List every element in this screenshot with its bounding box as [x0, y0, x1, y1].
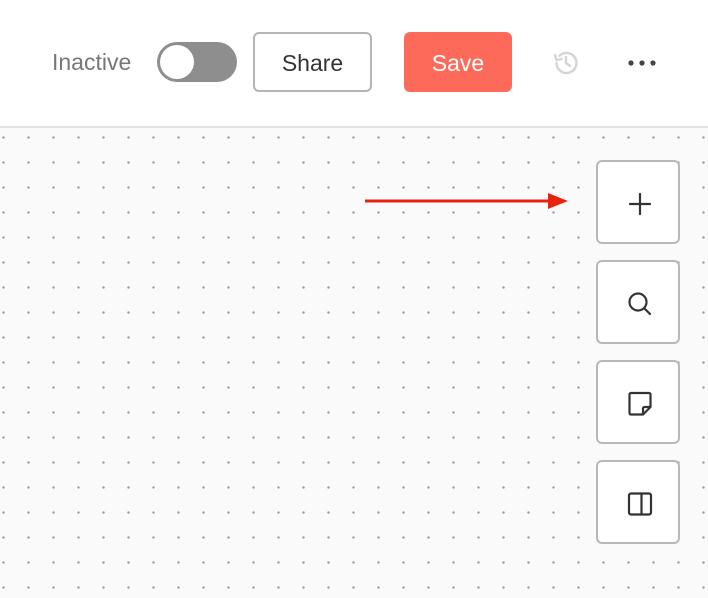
search-button[interactable] [596, 260, 680, 344]
save-button[interactable]: Save [404, 32, 512, 92]
search-icon [628, 292, 652, 316]
more-horizontal-icon [628, 60, 656, 66]
status-label: Inactive [52, 49, 132, 75]
plus-icon [628, 192, 652, 216]
toggle-panel-button[interactable] [596, 460, 680, 544]
panel-icon [627, 492, 653, 516]
more-options-button[interactable] [624, 47, 660, 79]
annotation-arrow [365, 193, 568, 209]
workflow-editor: Inactive Share Save [0, 0, 708, 598]
history-button[interactable] [550, 47, 582, 79]
share-button[interactable]: Share [253, 32, 372, 92]
add-node-button[interactable] [596, 160, 680, 244]
history-icon [553, 51, 578, 75]
active-toggle[interactable] [157, 42, 237, 82]
sticky-note-button[interactable] [596, 360, 680, 444]
header-bar: Inactive Share Save [0, 0, 708, 128]
toggle-knob [160, 45, 194, 79]
note-icon [628, 391, 652, 416]
workflow-canvas[interactable] [0, 128, 708, 598]
